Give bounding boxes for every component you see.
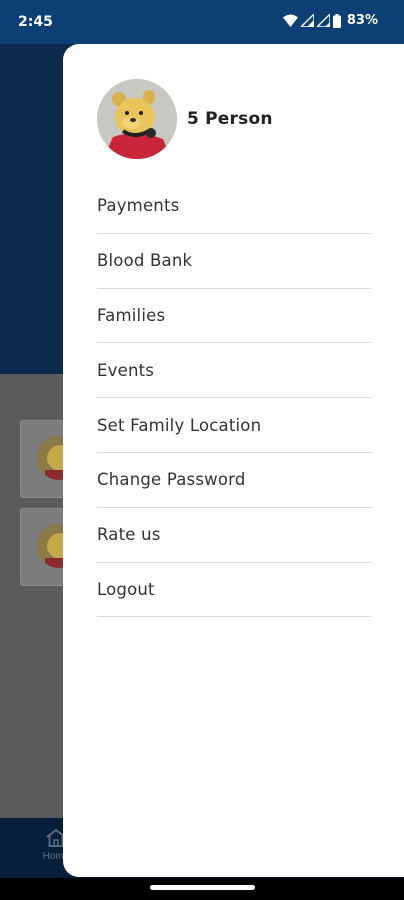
status-bar: 2:45 83% (0, 0, 404, 44)
drawer-menu: Payments Blood Bank Families Events Set … (97, 179, 371, 618)
menu-item-payments[interactable]: Payments (97, 179, 371, 234)
status-time: 2:45 (18, 14, 53, 30)
gesture-handle[interactable] (150, 885, 255, 890)
menu-item-families[interactable]: Families (97, 289, 371, 344)
menu-item-logout[interactable]: Logout (97, 563, 371, 618)
status-icons: 83% (282, 13, 378, 28)
wifi-icon (282, 14, 298, 27)
menu-item-change-password[interactable]: Change Password (97, 453, 371, 508)
menu-item-blood-bank[interactable]: Blood Bank (97, 234, 371, 289)
battery-icon (332, 13, 341, 28)
navigation-drawer: 5 Person Payments Blood Bank Families Ev… (63, 44, 404, 877)
signal-icon (316, 14, 330, 27)
menu-item-set-family-location[interactable]: Set Family Location (97, 398, 371, 453)
signal-icon (300, 14, 314, 27)
menu-item-events[interactable]: Events (97, 343, 371, 399)
drawer-profile[interactable]: 5 Person (97, 79, 273, 159)
profile-name: 5 Person (187, 109, 273, 129)
menu-item-rate-us[interactable]: Rate us (97, 508, 371, 563)
battery-percent: 83% (346, 13, 378, 28)
bear-avatar (97, 79, 177, 159)
